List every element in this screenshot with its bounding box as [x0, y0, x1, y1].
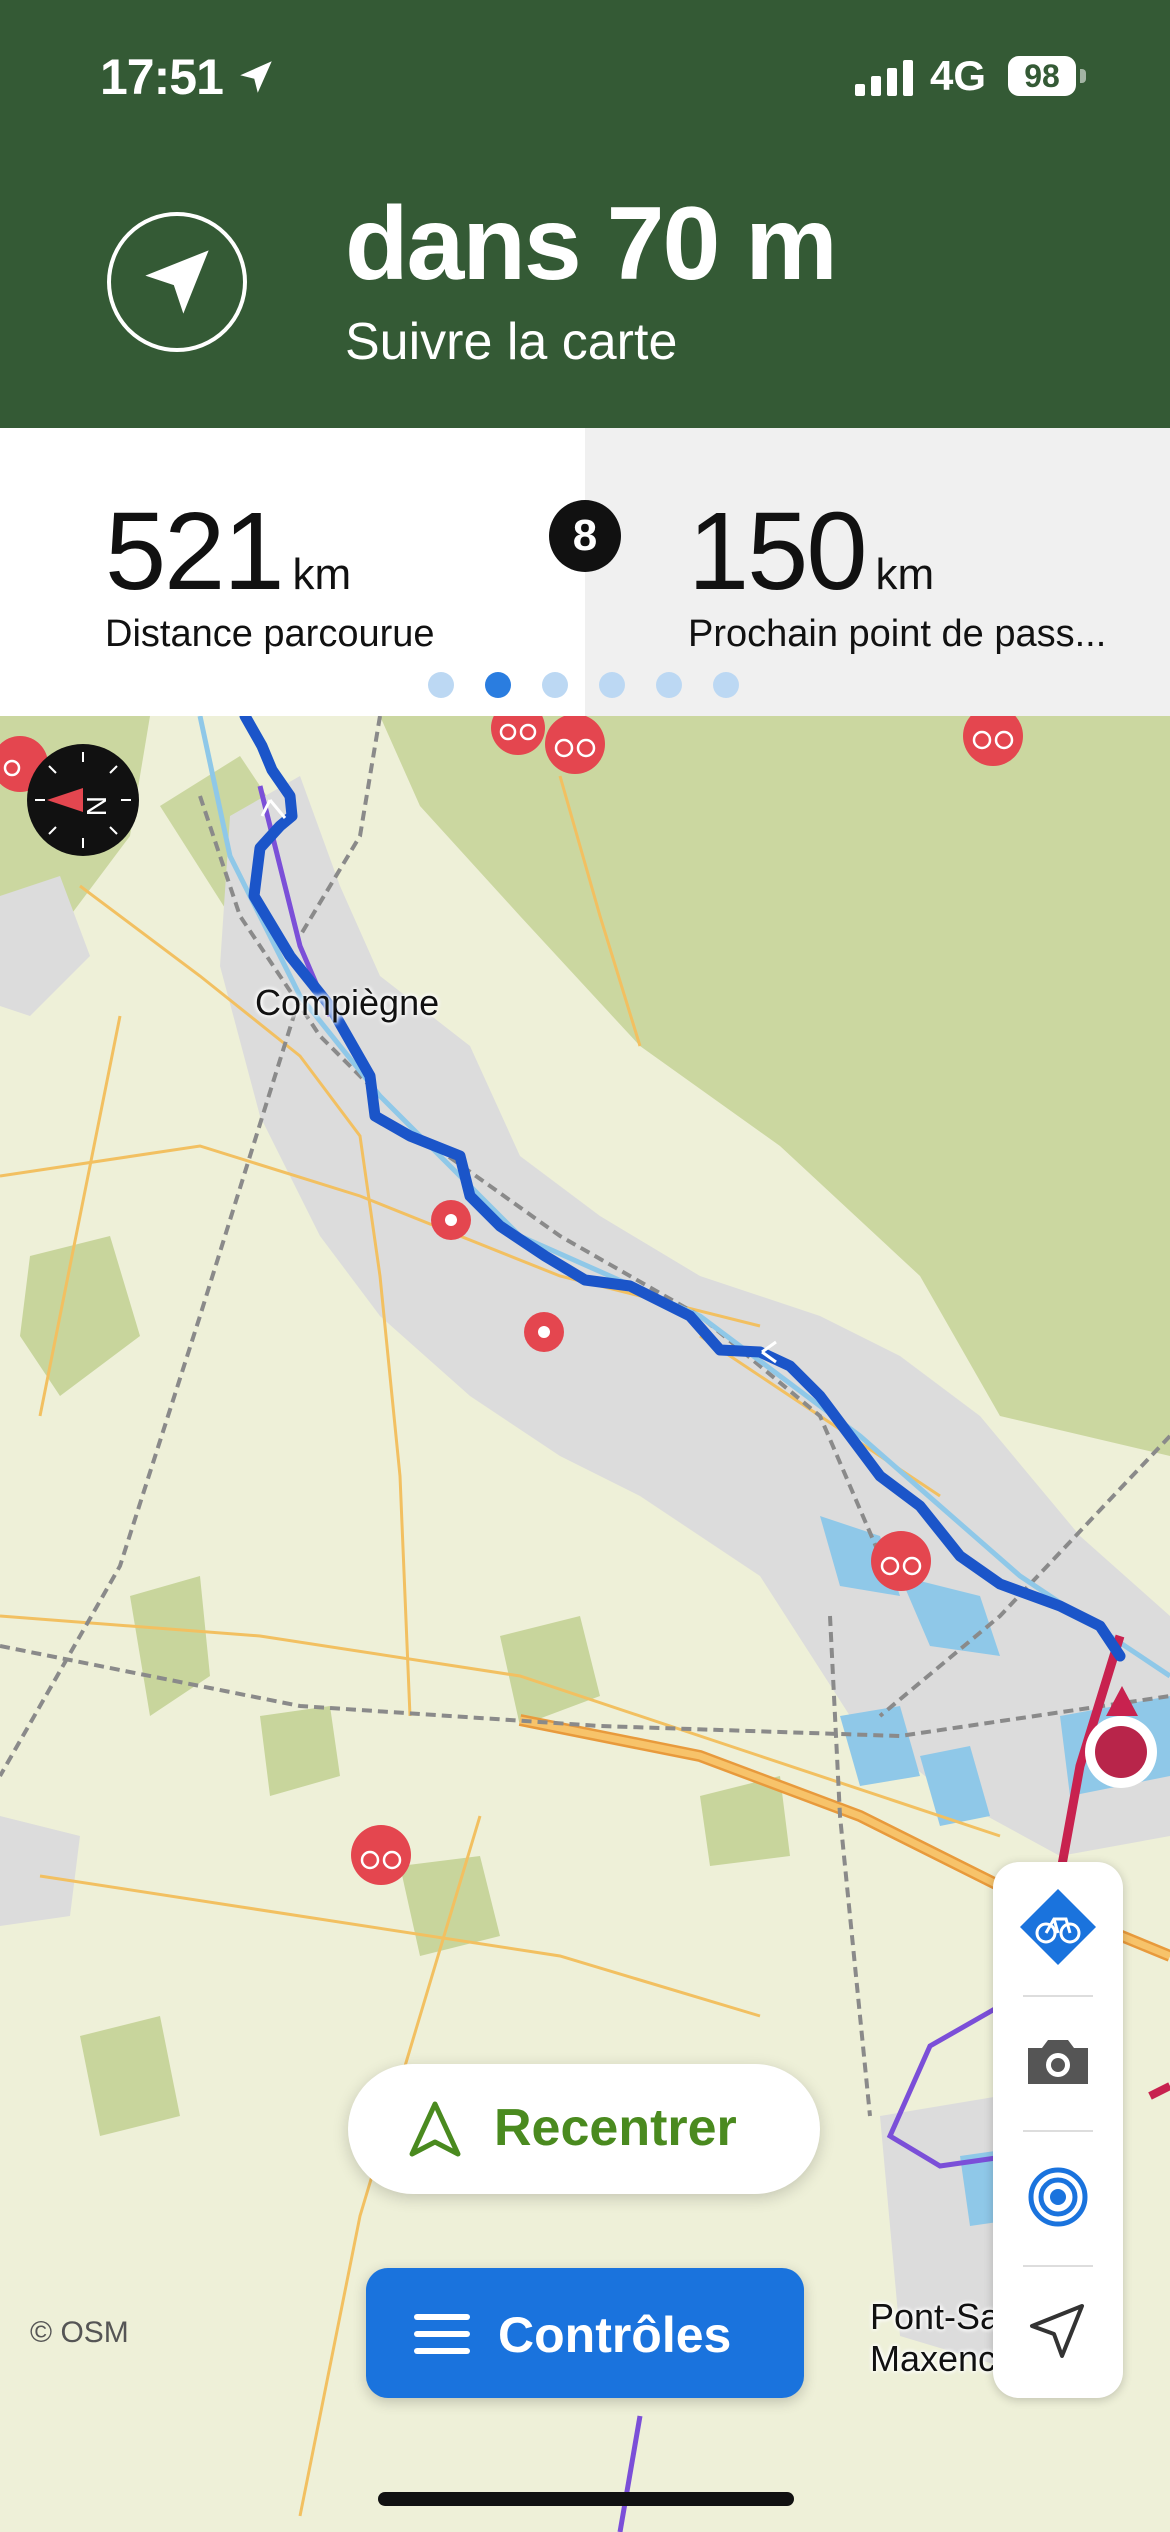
battery-tip — [1080, 69, 1086, 83]
next-waypoint-metric: 150 km — [688, 488, 934, 615]
waypoint-marker[interactable] — [524, 1312, 564, 1352]
camera-icon — [1028, 2040, 1088, 2084]
waypoint-count-badge: 8 — [549, 500, 621, 572]
distance-traveled-unit: km — [292, 550, 352, 599]
bike-mode-button[interactable] — [993, 1862, 1123, 1992]
home-indicator[interactable] — [378, 2492, 794, 2506]
controls-label: Contrôles — [498, 2307, 732, 2363]
broadcast-icon — [1028, 2167, 1088, 2227]
bicycle-poi-icon[interactable] — [491, 716, 545, 755]
broadcast-button[interactable] — [993, 2132, 1123, 2262]
svg-text:N: N — [81, 796, 112, 816]
page-dot-active[interactable] — [485, 672, 511, 698]
navigation-arrow-icon — [145, 250, 209, 314]
page-dot[interactable] — [542, 672, 568, 698]
recenter-button[interactable]: Recentrer — [348, 2064, 820, 2194]
status-time: 17:51 — [100, 49, 224, 105]
location-arrow-icon — [240, 61, 272, 93]
page-dot[interactable] — [599, 672, 625, 698]
map-attribution[interactable]: © OSM — [30, 2316, 129, 2350]
instruction-distance: dans 70 m — [345, 186, 838, 302]
navigation-arrow-icon — [1030, 2304, 1084, 2358]
map-controls-panel — [993, 1862, 1123, 2398]
menu-icon — [414, 2314, 470, 2354]
next-waypoint-label: Prochain point de pass... — [688, 613, 1107, 655]
navigation-button[interactable] — [993, 2267, 1123, 2397]
status-bar: 17:51 4G 98 — [0, 0, 1170, 150]
bicycle-poi-icon[interactable] — [351, 1825, 411, 1885]
waypoint-marker[interactable] — [431, 1200, 471, 1240]
signal-icon — [855, 60, 913, 96]
navigation-header: 17:51 4G 98 dans 70 m Suivre la carte — [0, 0, 1170, 428]
page-dot[interactable] — [713, 672, 739, 698]
network-type: 4G — [930, 52, 987, 99]
page-dot[interactable] — [428, 672, 454, 698]
compass-icon[interactable]: N — [27, 744, 139, 856]
trip-info-panel[interactable]: 521 km Distance parcourue 150 km Prochain … — [0, 428, 1170, 716]
bicycle-diamond-icon — [1020, 1889, 1096, 1965]
map-view[interactable]: N Compiègne Pont-Sainte-Maxence © OSM Re… — [0, 716, 1170, 2532]
battery-level: 98 — [1024, 58, 1060, 94]
recenter-arrow-icon — [409, 2101, 461, 2157]
bicycle-poi-icon[interactable] — [545, 716, 605, 774]
city-label-compiegne: Compiègne — [255, 982, 440, 1023]
current-location-marker — [1085, 1686, 1157, 1788]
camera-button[interactable] — [993, 1997, 1123, 2127]
page-dot[interactable] — [656, 672, 682, 698]
battery-indicator: 98 — [1008, 56, 1076, 96]
bicycle-poi-icon[interactable] — [871, 1531, 931, 1591]
direction-icon — [107, 212, 247, 352]
controls-button[interactable]: Contrôles — [366, 2268, 804, 2398]
next-waypoint-unit: km — [875, 550, 935, 599]
bicycle-poi-icon[interactable] — [963, 716, 1023, 766]
distance-traveled-metric: 521 km — [105, 488, 351, 615]
next-waypoint-value: 150 — [688, 490, 868, 613]
instruction-text: Suivre la carte — [345, 313, 678, 371]
distance-traveled-value: 521 — [105, 490, 285, 613]
distance-traveled-label: Distance parcourue — [105, 613, 435, 655]
recenter-label: Recentrer — [494, 2099, 737, 2157]
